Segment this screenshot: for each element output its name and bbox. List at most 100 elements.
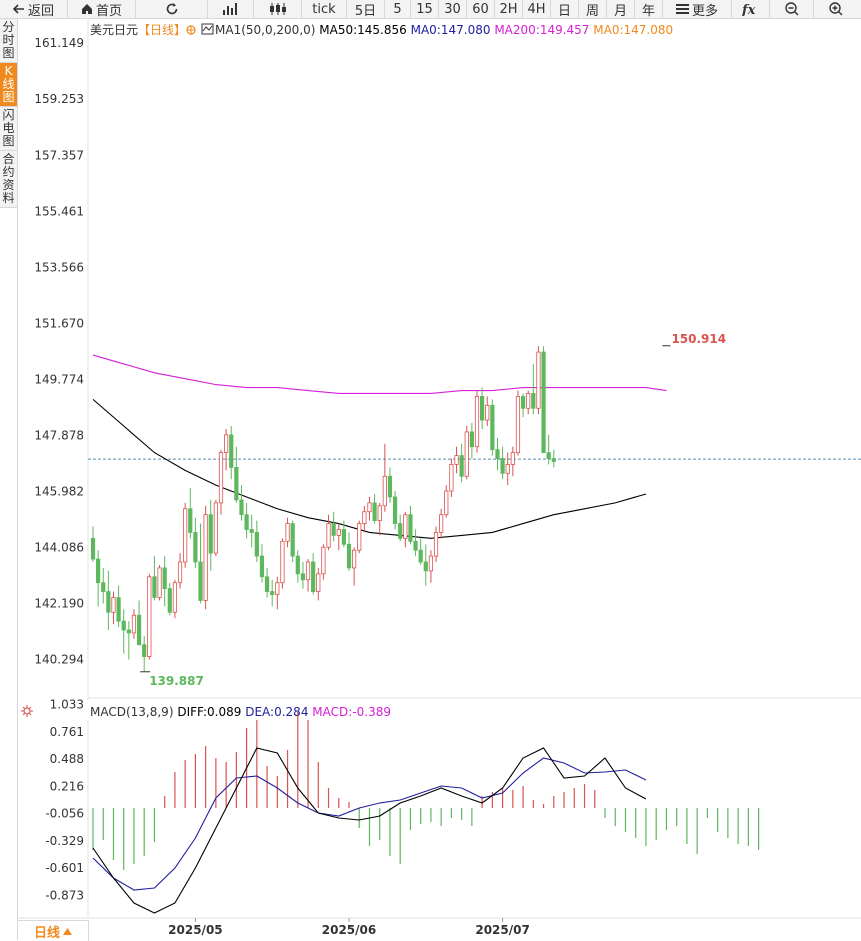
indicator-chart-icon bbox=[201, 23, 214, 35]
candle-body bbox=[321, 546, 326, 575]
ma0-value-a: MA0:147.080 bbox=[411, 23, 491, 37]
candle-body bbox=[259, 555, 265, 578]
candle-body bbox=[224, 434, 229, 454]
candle-body bbox=[218, 452, 224, 504]
candle-body bbox=[403, 514, 408, 539]
price-tick-label: 151.670 bbox=[34, 316, 84, 330]
candle-body bbox=[495, 449, 500, 459]
candle-body bbox=[480, 396, 485, 421]
ma0-value-b: MA0:147.080 bbox=[593, 23, 673, 37]
candle-body bbox=[357, 523, 362, 551]
candle-body bbox=[183, 508, 188, 563]
ma50-value: MA50:145.856 bbox=[319, 23, 407, 37]
candle-body bbox=[541, 351, 546, 454]
candle-body bbox=[290, 523, 295, 557]
candle-body bbox=[398, 523, 403, 539]
price-tick-label: 153.566 bbox=[34, 260, 84, 274]
candle-body bbox=[352, 549, 357, 569]
candle-body bbox=[382, 475, 387, 507]
macd-tick-label: 0.761 bbox=[50, 725, 84, 739]
candle-body bbox=[101, 582, 106, 592]
candle-body bbox=[203, 514, 208, 601]
macd-title: MACD(13,8,9) bbox=[90, 705, 174, 719]
macd-diff: DIFF:0.089 bbox=[177, 705, 241, 719]
date-tick-label: 2025/05 bbox=[168, 923, 222, 937]
candle-body bbox=[346, 543, 352, 569]
candle-body bbox=[439, 514, 444, 533]
low-value-label: 139.887 bbox=[149, 674, 204, 688]
price-tick-label: 142.190 bbox=[34, 597, 84, 611]
candle-body bbox=[362, 511, 367, 524]
candle-body bbox=[520, 396, 526, 409]
candle-body bbox=[136, 614, 142, 646]
candle-body bbox=[505, 464, 510, 474]
legend-period: 【日线】 bbox=[138, 23, 186, 37]
macd-tick-label: 0.488 bbox=[50, 752, 84, 766]
macd-tick-label: -0.873 bbox=[45, 888, 84, 902]
candle-body bbox=[459, 455, 464, 477]
candle-body bbox=[275, 582, 280, 595]
candle-body bbox=[198, 561, 203, 601]
date-tick-label: 2025/07 bbox=[475, 923, 529, 937]
bottom-period-label: 日线 bbox=[33, 925, 60, 941]
candle-body bbox=[254, 532, 259, 557]
legend-line: 美元日元【日线】 bbox=[90, 23, 186, 37]
candle-body bbox=[536, 351, 541, 409]
ma200-line bbox=[92, 354, 667, 395]
candle-body bbox=[551, 458, 556, 462]
candle-body bbox=[392, 496, 398, 524]
candle-body bbox=[188, 508, 193, 533]
settings-icon[interactable] bbox=[186, 25, 196, 35]
candle-body bbox=[172, 582, 178, 613]
chart-area[interactable]: 150.914 139.887 161.149 159.253 157.357 155.… bbox=[0, 0, 861, 940]
candle-body bbox=[96, 558, 101, 584]
candle-body bbox=[428, 555, 434, 572]
candle-body bbox=[474, 396, 480, 448]
price-tick-label: 147.878 bbox=[34, 429, 84, 443]
ma-legend: MA1(50,0,200,0) MA50:145.856 MA0:147.080… bbox=[215, 23, 673, 37]
candles: 150.914 139.887 bbox=[90, 332, 726, 688]
candle-body bbox=[408, 514, 413, 542]
candle-body bbox=[316, 573, 321, 592]
candle-body bbox=[454, 455, 459, 465]
candle-body bbox=[510, 452, 515, 465]
candle-body bbox=[418, 549, 423, 563]
candle-body bbox=[311, 561, 316, 592]
candle-body bbox=[142, 644, 147, 658]
candle-body bbox=[387, 475, 393, 498]
candle-body bbox=[295, 555, 300, 575]
macd-tick-label: -0.329 bbox=[45, 834, 84, 848]
price-tick-label: 161.149 bbox=[34, 36, 84, 50]
price-tick-label: 140.294 bbox=[34, 653, 84, 667]
price-tick-label: 144.086 bbox=[34, 541, 84, 555]
caret-up-icon bbox=[63, 927, 72, 935]
candle-body bbox=[449, 464, 454, 492]
axes: 161.149 159.253 157.357 155.461 153.566 151.6… bbox=[34, 36, 529, 937]
price-tick-label: 155.461 bbox=[34, 204, 84, 218]
macd-tick-label: 1.033 bbox=[50, 698, 84, 712]
candle-body bbox=[433, 532, 439, 557]
candle-body bbox=[152, 576, 157, 598]
candle-body bbox=[126, 629, 131, 634]
high-value-label: 150.914 bbox=[671, 332, 726, 346]
ma-title: MA1(50,0,200,0) bbox=[215, 23, 315, 37]
candle-body bbox=[106, 591, 111, 613]
candle-body bbox=[147, 576, 152, 658]
candle-body bbox=[526, 393, 531, 409]
candle-body bbox=[300, 573, 306, 581]
bottom-period-tab[interactable]: 日线 bbox=[18, 920, 89, 941]
candle-body bbox=[213, 502, 218, 554]
candle-body bbox=[131, 614, 137, 634]
candle-body bbox=[280, 540, 285, 584]
candle-body bbox=[177, 561, 183, 584]
candle-body bbox=[264, 576, 270, 592]
date-tick-label: 2025/06 bbox=[322, 923, 376, 937]
legend-symbol: 美元日元 bbox=[90, 23, 138, 37]
candle-body bbox=[469, 431, 474, 448]
price-tick-label: 157.357 bbox=[34, 148, 84, 162]
candle-body bbox=[167, 588, 172, 613]
macd-panel bbox=[92, 712, 760, 914]
candle-body bbox=[162, 567, 167, 590]
candle-body bbox=[331, 523, 336, 536]
candle-body bbox=[464, 431, 469, 477]
